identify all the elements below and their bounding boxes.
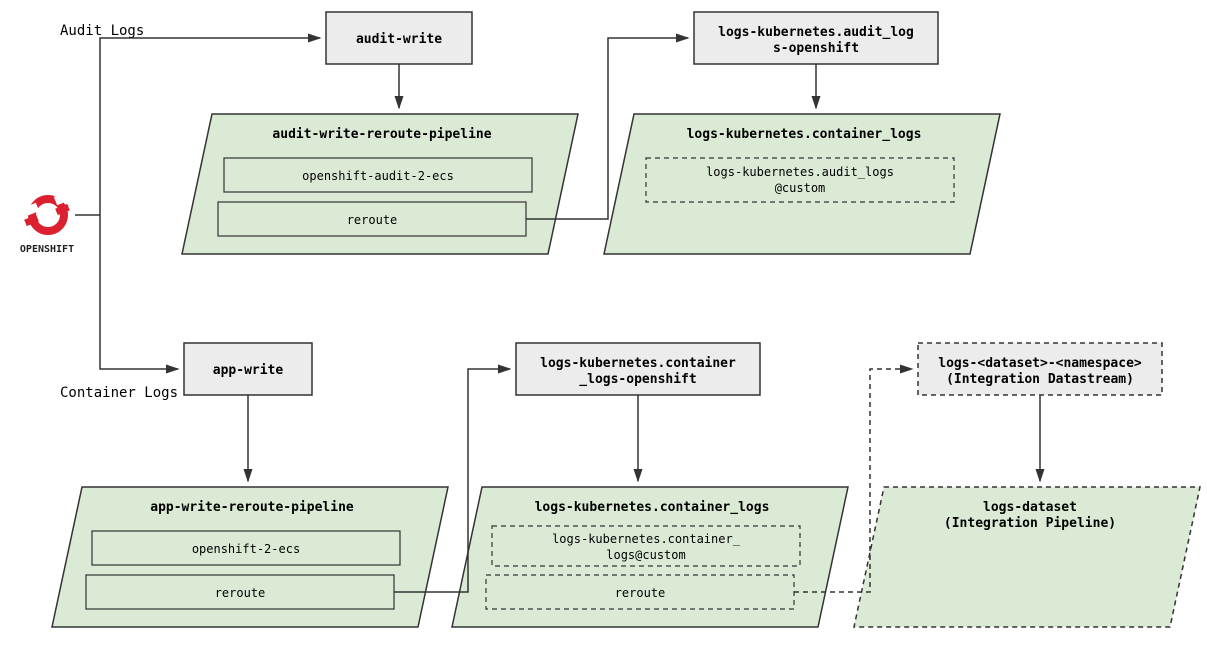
svg-text:audit-write-reroute-pipeline: audit-write-reroute-pipeline <box>272 127 491 142</box>
svg-text:openshift-2-ecs: openshift-2-ecs <box>192 542 300 556</box>
svg-text:openshift-audit-2-ecs: openshift-audit-2-ecs <box>302 169 454 183</box>
svg-text:reroute: reroute <box>215 586 266 600</box>
svg-text:reroute: reroute <box>615 586 666 600</box>
diagram-canvas: OPENSHIFT Audit Logs Container Logs audi… <box>0 0 1207 657</box>
node-container-datastream: logs-kubernetes.container _logs-openshif… <box>516 343 760 395</box>
label-container-logs: Container Logs <box>60 385 178 401</box>
svg-text:logs-kubernetes.container_logs: logs-kubernetes.container_logs <box>535 500 770 515</box>
svg-text:app-write: app-write <box>213 363 284 378</box>
pipeline-audit-container-logs: logs-kubernetes.container_logs logs-kube… <box>604 114 1000 254</box>
svg-text:app-write-reroute-pipeline: app-write-reroute-pipeline <box>150 500 354 515</box>
svg-text:logs-kubernetes.container_logs: logs-kubernetes.container_logs <box>687 127 922 142</box>
svg-text:logs-kubernetes.container: logs-kubernetes.container <box>540 356 736 371</box>
svg-text:s-openshift: s-openshift <box>773 41 859 56</box>
svg-text:_logs-openshift: _logs-openshift <box>579 372 696 387</box>
svg-text:logs-<dataset>-<namespace>: logs-<dataset>-<namespace> <box>938 356 1142 371</box>
node-audit-datastream: logs-kubernetes.audit_log s-openshift <box>694 12 938 64</box>
svg-text:logs-kubernetes.container_: logs-kubernetes.container_ <box>552 532 741 546</box>
openshift-icon: OPENSHIFT <box>20 192 74 255</box>
svg-text:logs@custom: logs@custom <box>606 548 685 562</box>
pipeline-audit-write-reroute: audit-write-reroute-pipeline openshift-a… <box>182 114 578 254</box>
pipeline-integration: logs-dataset (Integration Pipeline) <box>854 487 1200 627</box>
svg-text:reroute: reroute <box>347 213 398 227</box>
openshift-label: OPENSHIFT <box>20 244 74 255</box>
label-audit-logs: Audit Logs <box>60 23 144 39</box>
svg-text:logs-dataset: logs-dataset <box>983 500 1077 515</box>
svg-text:(Integration Pipeline): (Integration Pipeline) <box>944 516 1116 531</box>
pipeline-container-logs: logs-kubernetes.container_logs logs-kube… <box>452 487 848 627</box>
node-app-write: app-write <box>184 343 312 395</box>
svg-text:logs-kubernetes.audit_logs: logs-kubernetes.audit_logs <box>706 165 894 179</box>
svg-text:logs-kubernetes.audit_log: logs-kubernetes.audit_log <box>718 25 914 40</box>
svg-text:audit-write: audit-write <box>356 32 442 47</box>
svg-text:@custom: @custom <box>775 181 826 195</box>
node-integration-datastream: logs-<dataset>-<namespace> (Integration … <box>918 343 1162 395</box>
pipeline-app-write-reroute: app-write-reroute-pipeline openshift-2-e… <box>52 487 448 627</box>
svg-text:(Integration Datastream): (Integration Datastream) <box>946 372 1134 387</box>
node-audit-write: audit-write <box>326 12 472 64</box>
arrow-openshift-container <box>100 215 178 369</box>
